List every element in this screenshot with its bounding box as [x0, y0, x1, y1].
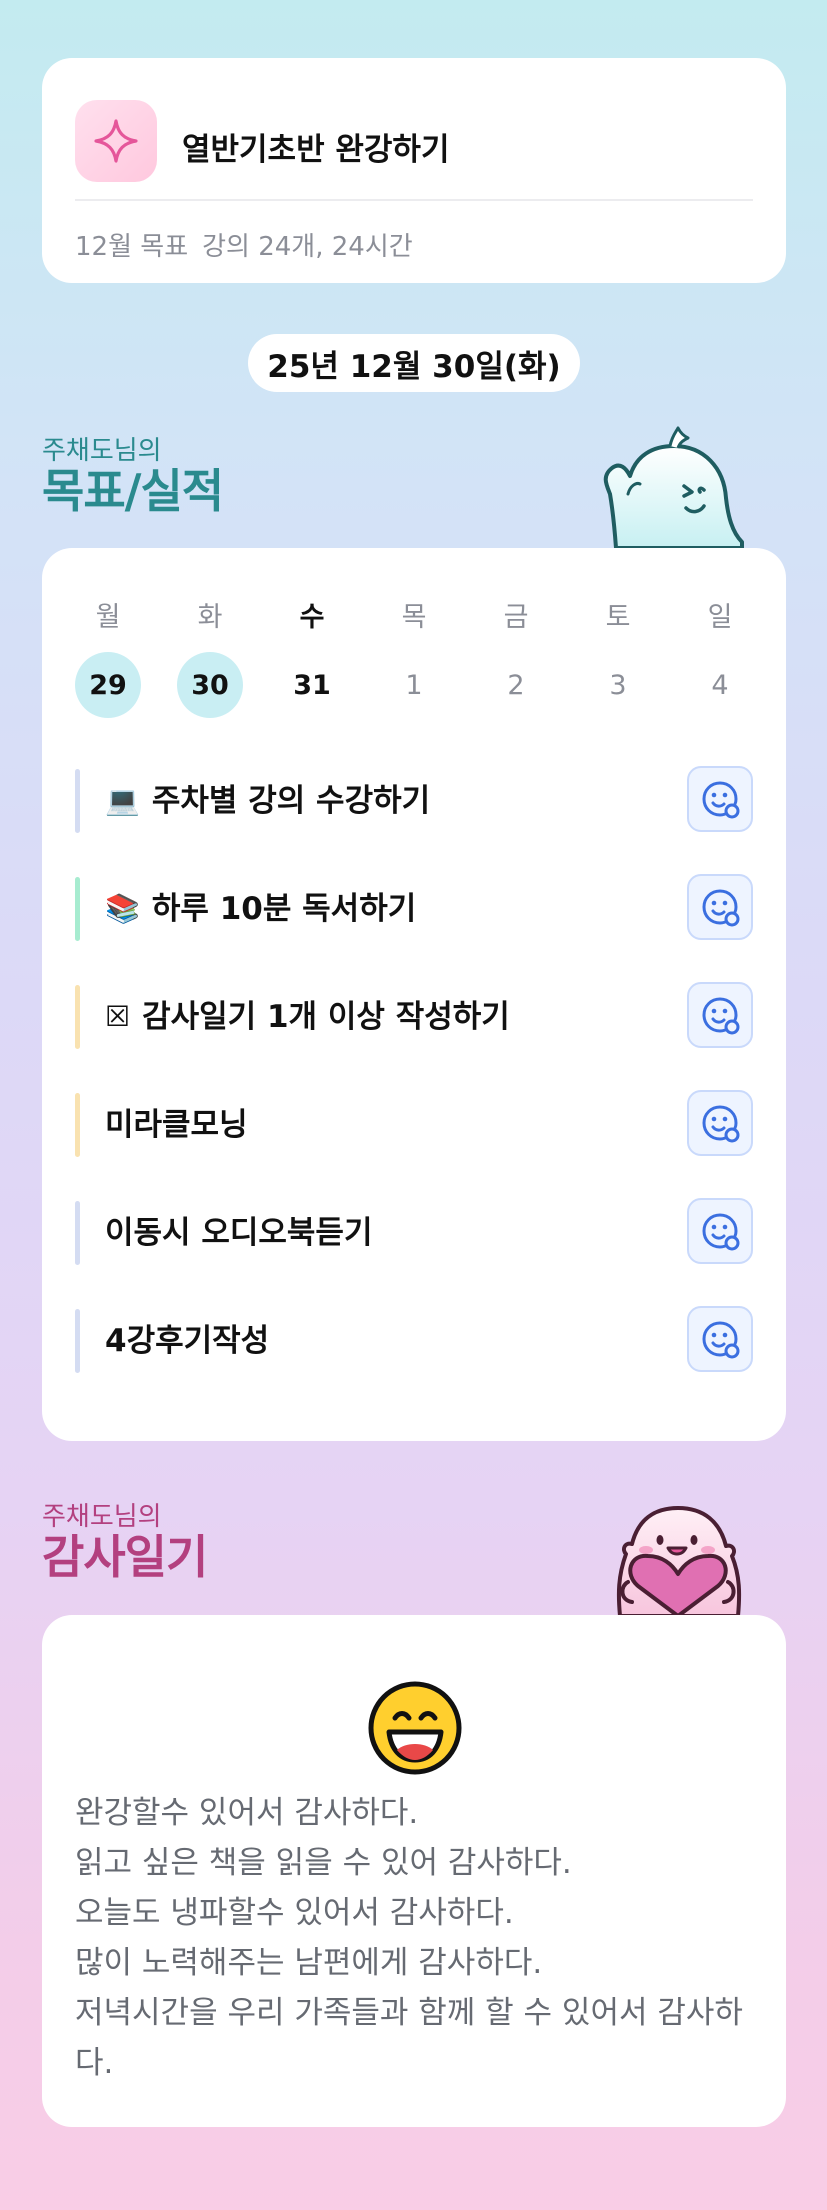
task-label: 4강후기작성: [105, 1306, 269, 1376]
weekday-label: 목: [401, 602, 427, 633]
weekday-label: 일: [707, 602, 733, 633]
day-column[interactable]: 월 29: [75, 600, 141, 718]
goal-section-header: 주채도님의 목표/실적: [42, 436, 224, 518]
smiley-check-icon: [702, 889, 740, 927]
section-title: 감사일기: [42, 1530, 208, 1584]
gratitude-line: 저녁시간을 우리 가족들과 함께 할 수 있어서 감사하다.: [75, 1995, 743, 2081]
task-label: 미라클모닝: [105, 1090, 248, 1160]
day-column[interactable]: 일4: [687, 600, 753, 718]
task-emoji: ☒: [105, 1000, 131, 1033]
day-column[interactable]: 목1: [381, 600, 447, 718]
smiley-check-icon: [702, 781, 740, 819]
divider: [75, 199, 753, 201]
pink-mascot-illustration: [616, 1506, 742, 1616]
smiley-check-icon: [702, 997, 740, 1035]
day-number[interactable]: 31: [279, 652, 345, 718]
gratitude-journal-card[interactable]: 완강할수 있어서 감사하다. 읽고 싶은 책을 읽을 수 있어 감사하다. 오늘도 …: [42, 1615, 786, 2127]
smiley-check-icon: [702, 1105, 740, 1143]
day-column[interactable]: 수 31: [279, 600, 345, 718]
sparkle-icon: [75, 100, 157, 182]
gratitude-entry-text: 완강할수 있어서 감사하다. 읽고 싶은 책을 읽을 수 있어 감사하다. 오늘도 …: [75, 1788, 765, 2088]
gratitude-line: 많이 노력해주는 남편에게 감사하다.: [75, 1945, 543, 1981]
goal-title: 열반기초반 완강하기: [182, 132, 450, 168]
task-label: 💻 주차별 강의 수강하기: [105, 766, 430, 836]
task-label: 📚 하루 10분 독서하기: [105, 874, 416, 944]
task-color-bar: [75, 769, 80, 833]
task-check-button[interactable]: [687, 874, 753, 940]
day-number[interactable]: 2: [483, 652, 549, 718]
task-text: 4강후기작성: [105, 1323, 270, 1359]
monthly-goal-card[interactable]: 열반기초반 완강하기 12월 목표 강의 24개, 24시간: [42, 58, 786, 283]
task-text: 미라클모닝: [105, 1107, 248, 1143]
task-check-button[interactable]: [687, 1090, 753, 1156]
gratitude-line: 오늘도 냉파할수 있어서 감사하다.: [75, 1895, 514, 1931]
current-date: 25년 12월 30일(화): [248, 334, 580, 392]
task-color-bar: [75, 877, 80, 941]
task-row[interactable]: 4강후기작성: [75, 1306, 753, 1376]
week-calendar: 월 29 화 30 수 31 목 1 금 2 토 3 일 4: [75, 600, 753, 718]
weekday-label: 수: [299, 602, 325, 633]
gratitude-line: 완강할수 있어서 감사하다.: [75, 1795, 419, 1831]
goal-month-label: 12월 목표: [75, 232, 189, 262]
task-label: ☒ 감사일기 1개 이상 작성하기: [105, 982, 510, 1052]
day-number[interactable]: 30: [177, 652, 243, 718]
goal-detail: 강의 24개, 24시간: [202, 232, 413, 262]
task-row[interactable]: ☒ 감사일기 1개 이상 작성하기: [75, 982, 753, 1052]
task-check-button[interactable]: [687, 1306, 753, 1372]
gratitude-section-header: 주채도님의 감사일기: [42, 1502, 208, 1584]
task-row[interactable]: 이동시 오디오북듣기: [75, 1198, 753, 1268]
task-text: 감사일기 1개 이상 작성하기: [142, 999, 510, 1035]
day-column[interactable]: 금2: [483, 600, 549, 718]
day-column[interactable]: 화 30: [177, 600, 243, 718]
task-check-button[interactable]: [687, 766, 753, 832]
goal-tracker-card: 월 29 화 30 수 31 목 1 금 2 토 3 일 4 💻 주차별 강의 수강하기 📚 하루 10분 독서…: [42, 548, 786, 1441]
section-title: 목표/실적: [42, 464, 224, 518]
task-color-bar: [75, 1093, 80, 1157]
task-check-button[interactable]: [687, 1198, 753, 1264]
task-text: 주차별 강의 수강하기: [151, 783, 431, 819]
task-color-bar: [75, 985, 80, 1049]
day-number[interactable]: 3: [585, 652, 651, 718]
task-text: 이동시 오디오북듣기: [105, 1215, 373, 1251]
smiley-check-icon: [702, 1213, 740, 1251]
task-emoji: 📚: [105, 892, 140, 925]
day-number[interactable]: 4: [687, 652, 753, 718]
goal-subtitle: 12월 목표 강의 24개, 24시간: [75, 226, 427, 263]
task-row[interactable]: 📚 하루 10분 독서하기: [75, 874, 753, 944]
section-subtitle: 주채도님의: [42, 1502, 162, 1532]
day-number[interactable]: 29: [75, 652, 141, 718]
task-row[interactable]: 💻 주차별 강의 수강하기: [75, 766, 753, 836]
blue-mascot-illustration: [603, 426, 744, 548]
day-number[interactable]: 1: [381, 652, 447, 718]
weekday-label: 토: [605, 602, 631, 633]
task-color-bar: [75, 1309, 80, 1373]
task-row[interactable]: 미라클모닝: [75, 1090, 753, 1160]
smiley-check-icon: [702, 1321, 740, 1359]
section-subtitle: 주채도님의: [42, 436, 162, 466]
task-label: 이동시 오디오북듣기: [105, 1198, 372, 1268]
weekday-label: 금: [503, 602, 529, 633]
grinning-face-icon: [368, 1681, 462, 1775]
day-column[interactable]: 토3: [585, 600, 651, 718]
task-color-bar: [75, 1201, 80, 1265]
gratitude-line: 읽고 싶은 책을 읽을 수 있어 감사하다.: [75, 1845, 572, 1881]
task-text: 하루 10분 독서하기: [151, 891, 417, 927]
task-check-button[interactable]: [687, 982, 753, 1048]
weekday-label: 화: [197, 602, 223, 633]
task-emoji: 💻: [105, 784, 140, 817]
weekday-label: 월: [95, 602, 121, 633]
